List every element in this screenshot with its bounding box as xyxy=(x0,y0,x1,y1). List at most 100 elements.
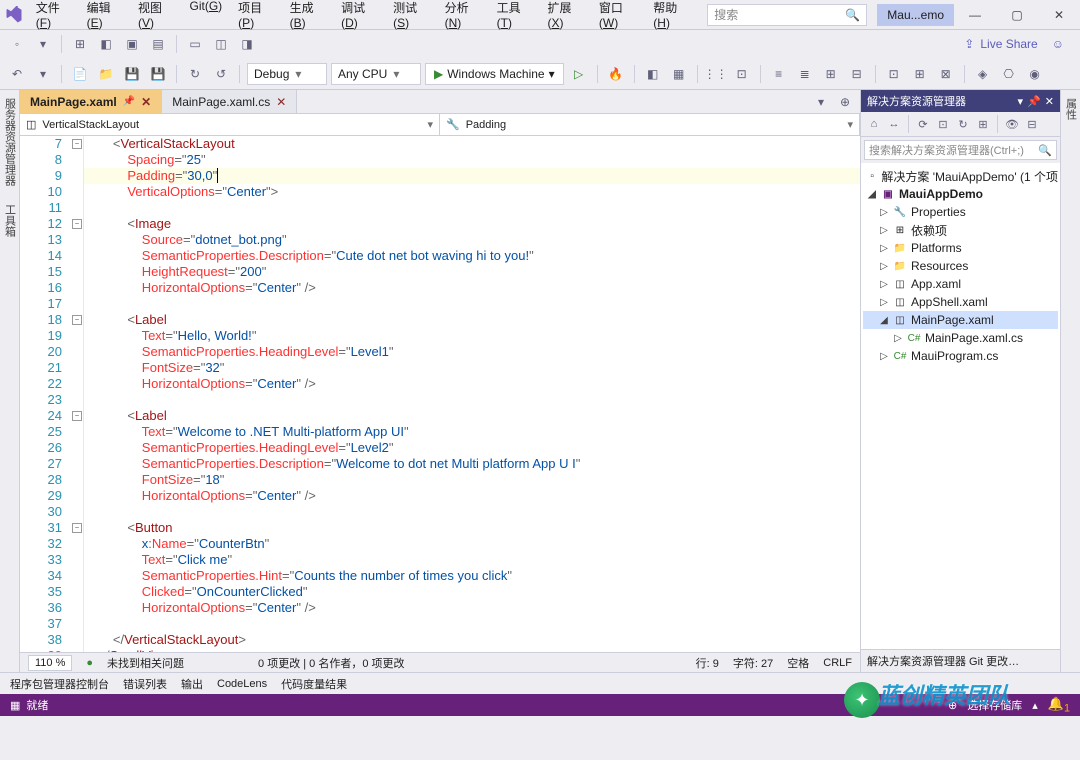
menu-item[interactable]: 扩展(X) xyxy=(539,0,590,34)
history-icon[interactable]: ↻ xyxy=(184,63,206,85)
toolwell-tab[interactable]: 服务器资源管理器 xyxy=(2,94,18,190)
filter-icon[interactable]: ⊟ xyxy=(1023,115,1041,133)
tb-icon-j[interactable]: ⊞ xyxy=(909,63,931,85)
tree-item[interactable]: ▷🔧Properties xyxy=(863,203,1058,221)
menu-item[interactable]: 工具(T) xyxy=(489,0,540,34)
menu-item[interactable]: 分析(N) xyxy=(437,0,489,34)
crlf-label[interactable]: CRLF xyxy=(823,657,852,669)
history2-icon[interactable]: ↺ xyxy=(210,63,232,85)
fold-toggle[interactable]: − xyxy=(72,523,82,533)
up-icon[interactable]: ▴ xyxy=(1032,699,1038,712)
save-disk-icon[interactable]: 💾 xyxy=(121,63,143,85)
tb-icon-m[interactable]: ⎔ xyxy=(998,63,1020,85)
close-button[interactable]: ✕ xyxy=(1038,0,1080,30)
menu-item[interactable]: 测试(S) xyxy=(385,0,436,34)
col-label[interactable]: 字符: 27 xyxy=(733,655,773,671)
solution-search-input[interactable]: 搜索解决方案资源管理器(Ctrl+;) 🔍 xyxy=(864,140,1057,160)
feedback-icon[interactable]: ☺ xyxy=(1052,37,1064,51)
tree-item-selected[interactable]: ◢◫MainPage.xaml xyxy=(863,311,1058,329)
tb-icon-n[interactable]: ◉ xyxy=(1024,63,1046,85)
new-file-icon[interactable]: ⊞ xyxy=(69,33,91,55)
menu-item[interactable]: 调试(D) xyxy=(333,0,385,34)
back-icon[interactable]: ◦ xyxy=(6,33,28,55)
tb-icon-h[interactable]: ⊟ xyxy=(846,63,868,85)
panel-bottom-tabs[interactable]: 解决方案资源管理器 Git 更改… xyxy=(861,649,1060,672)
menu-item[interactable]: 窗口(W) xyxy=(591,0,645,34)
panel-title[interactable]: 解决方案资源管理器 ▾📌✕ xyxy=(861,90,1060,112)
live-share-button[interactable]: ⇪ Live Share ☺ xyxy=(954,37,1074,51)
tree-item[interactable]: ▷⊞依赖项 xyxy=(863,221,1058,239)
pin-icon[interactable]: 📌 xyxy=(123,96,135,107)
minimize-button[interactable]: — xyxy=(954,0,996,30)
tb-icon-f[interactable]: ≣ xyxy=(794,63,816,85)
solution-tree[interactable]: ▫解决方案 'MauiAppDemo' (1 个项 ◢▣MauiAppDemo … xyxy=(861,163,1060,649)
bell-icon[interactable]: 🔔1 xyxy=(1048,696,1070,715)
tb-icon-i[interactable]: ⊡ xyxy=(883,63,905,85)
folder-icon[interactable]: 📁 xyxy=(95,63,117,85)
toolwell-tab[interactable]: 属性 xyxy=(1063,94,1079,124)
dropdown-icon[interactable]: ▾ xyxy=(1018,95,1024,108)
collapse-icon[interactable]: ↔ xyxy=(885,115,903,133)
tb-icon-d[interactable]: ⊡ xyxy=(731,63,753,85)
config-combo[interactable]: Debug▾ xyxy=(247,63,327,85)
fold-toggle[interactable]: − xyxy=(72,315,82,325)
member-combo[interactable]: 🔧 Padding ▾ xyxy=(440,114,860,135)
code-area[interactable]: <VerticalStackLayout Spacing="25" Paddin… xyxy=(84,136,860,652)
tree-item[interactable]: ▷C#MainPage.xaml.cs xyxy=(863,329,1058,347)
start-no-debug-icon[interactable]: ▷ xyxy=(568,63,590,85)
prop-icon[interactable]: ⊞ xyxy=(974,115,992,133)
bottom-tab[interactable]: CodeLens xyxy=(217,678,267,690)
tab-scroll-icon[interactable]: ▾ xyxy=(810,91,832,113)
repo-label[interactable]: 选择存储库 xyxy=(967,697,1022,713)
bottom-tab[interactable]: 输出 xyxy=(181,676,203,692)
menu-item[interactable]: 项目(P) xyxy=(230,0,281,34)
grid-icon[interactable]: ▦ xyxy=(10,699,20,712)
toolwell-tab[interactable]: 工具箱 xyxy=(2,200,18,241)
view-icon[interactable]: 👁 xyxy=(1003,115,1021,133)
outline-margin[interactable]: − − − − − xyxy=(70,136,84,652)
open-icon[interactable]: ◧ xyxy=(95,33,117,55)
fold-toggle[interactable]: − xyxy=(72,219,82,229)
menu-item[interactable]: 文件(F) xyxy=(28,0,79,34)
tree-item[interactable]: ▷📁Resources xyxy=(863,257,1058,275)
hot-reload-icon[interactable]: 🔥 xyxy=(605,63,627,85)
tree-item[interactable]: ▷◫AppShell.xaml xyxy=(863,293,1058,311)
run-button[interactable]: ▶ Windows Machine ▾ xyxy=(425,63,564,85)
maximize-button[interactable]: ▢ xyxy=(996,0,1038,30)
layout3-icon[interactable]: ◨ xyxy=(236,33,258,55)
bottom-tab[interactable]: 程序包管理器控制台 xyxy=(10,676,109,692)
menu-item[interactable]: 帮助(H) xyxy=(645,0,697,34)
tb-icon-k[interactable]: ⊠ xyxy=(935,63,957,85)
repo-icon[interactable]: ⊕ xyxy=(948,699,957,712)
save-icon[interactable]: ▣ xyxy=(121,33,143,55)
close-icon[interactable]: ✕ xyxy=(276,95,286,109)
tb-icon-l[interactable]: ◈ xyxy=(972,63,994,85)
close-icon[interactable]: ✕ xyxy=(1045,95,1054,108)
home-icon[interactable]: ⌂ xyxy=(865,115,883,133)
solution-name-badge[interactable]: Mau...emo xyxy=(877,4,954,26)
tree-item[interactable]: ▷📁Platforms xyxy=(863,239,1058,257)
forward-icon[interactable]: ▾ xyxy=(32,33,54,55)
search-input[interactable]: 搜索 🔍 xyxy=(707,4,867,26)
tb-icon-c[interactable]: ⋮⋮ xyxy=(705,63,727,85)
fold-toggle[interactable]: − xyxy=(72,411,82,421)
layout2-icon[interactable]: ◫ xyxy=(210,33,232,55)
undo-icon[interactable]: ↶ xyxy=(6,63,28,85)
tree-solution[interactable]: ▫解决方案 'MauiAppDemo' (1 个项 xyxy=(863,167,1058,185)
save-all-icon[interactable]: ▤ xyxy=(147,33,169,55)
bottom-tab[interactable]: 错误列表 xyxy=(123,676,167,692)
fold-toggle[interactable]: − xyxy=(72,139,82,149)
menu-item[interactable]: 视图(V) xyxy=(130,0,181,34)
tree-item[interactable]: ▷◫App.xaml xyxy=(863,275,1058,293)
tb-icon-e[interactable]: ≡ xyxy=(768,63,790,85)
space-label[interactable]: 空格 xyxy=(787,655,809,671)
document-tab[interactable]: MainPage.xaml.cs ✕ xyxy=(162,90,297,113)
document-tab[interactable]: MainPage.xaml 📌 ✕ xyxy=(20,90,162,113)
tab-add-icon[interactable]: ⊕ xyxy=(834,91,856,113)
code-editor[interactable]: 7891011121314151617181920212223242526272… xyxy=(20,136,860,652)
menu-item[interactable]: 生成(B) xyxy=(282,0,333,34)
menu-item[interactable]: 编辑(E) xyxy=(79,0,130,34)
close-icon[interactable]: ✕ xyxy=(141,95,151,109)
pin-icon[interactable]: 📌 xyxy=(1027,95,1041,108)
showall-icon[interactable]: ⊡ xyxy=(934,115,952,133)
